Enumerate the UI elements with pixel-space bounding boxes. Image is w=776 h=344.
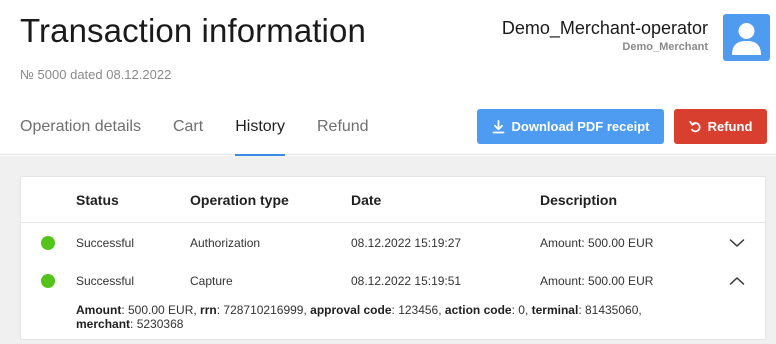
tab-cart[interactable]: Cart — [173, 111, 203, 155]
row-description: Amount: 500.00 EUR — [540, 236, 654, 250]
tab-history[interactable]: History — [235, 111, 285, 156]
tab-operation-details[interactable]: Operation details — [20, 111, 141, 155]
refund-label: Refund — [707, 119, 753, 134]
detail-key: merchant — [76, 317, 131, 331]
user-info[interactable]: Demo_Merchant-operator Demo_Merchant — [502, 17, 708, 53]
download-icon — [492, 119, 505, 134]
download-pdf-label: Download PDF receipt — [511, 119, 650, 134]
row-description: Amount: 500.00 EUR — [540, 274, 654, 288]
tab-bar: Operation details Cart History Refund — [20, 111, 401, 156]
page-title: Transaction information — [20, 12, 366, 49]
detail-key: Amount — [76, 303, 122, 317]
detail-value: 0 — [518, 303, 525, 317]
page-header: Transaction information № 5000 dated 08.… — [0, 0, 776, 156]
status-indicator — [41, 236, 55, 250]
row-date: 08.12.2022 15:19:27 — [351, 236, 462, 250]
undo-icon — [688, 120, 701, 133]
detail-key: action code — [444, 303, 512, 317]
history-table: Status Operation type Date Description S… — [20, 176, 766, 340]
detail-key: rrn — [200, 303, 217, 317]
status-indicator — [41, 274, 55, 288]
detail-value: 123456 — [398, 303, 439, 317]
row-status: Successful — [76, 236, 135, 250]
header-divider — [21, 222, 765, 223]
chevron-up-icon[interactable] — [729, 274, 745, 292]
avatar[interactable] — [723, 14, 770, 61]
user-icon — [732, 23, 761, 55]
column-header-status: Status — [76, 192, 119, 208]
row-date: 08.12.2022 15:19:51 — [351, 274, 462, 288]
user-org: Demo_Merchant — [622, 41, 708, 53]
detail-value: 728710216999 — [223, 303, 304, 317]
column-header-description: Description — [540, 192, 618, 208]
content-area: Status Operation type Date Description S… — [0, 156, 776, 344]
column-header-date: Date — [351, 192, 382, 208]
tab-refund[interactable]: Refund — [317, 111, 369, 155]
operation-details: Amount: 500.00 EUR, rrn: 728710216999, a… — [76, 303, 642, 331]
user-name[interactable]: Demo_Merchant-operator — [502, 17, 708, 39]
detail-value: 81435060 — [584, 303, 639, 317]
detail-value: 5230368 — [136, 317, 184, 331]
detail-key: approval code — [310, 303, 392, 317]
row-operation-type: Authorization — [190, 236, 261, 250]
row-operation-type: Capture — [190, 274, 233, 288]
transaction-subtitle: № 5000 dated 08.12.2022 — [20, 67, 172, 82]
detail-value: 500.00 EUR — [128, 303, 194, 317]
download-pdf-button[interactable]: Download PDF receipt — [477, 109, 664, 144]
refund-button[interactable]: Refund — [674, 109, 767, 144]
row-status: Successful — [76, 274, 135, 288]
column-header-operation-type: Operation type — [190, 192, 289, 208]
detail-key: terminal — [531, 303, 579, 317]
chevron-down-icon[interactable] — [729, 236, 745, 254]
